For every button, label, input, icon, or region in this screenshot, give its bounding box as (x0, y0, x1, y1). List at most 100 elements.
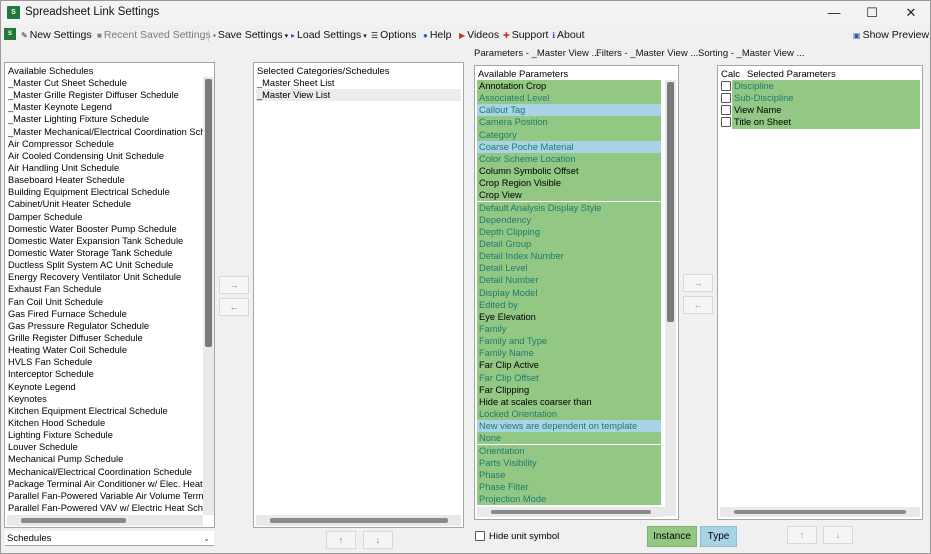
calc-checkbox[interactable] (721, 81, 731, 91)
parameter-item[interactable]: Default Analysis Display Style (477, 201, 661, 214)
list-item[interactable]: Air Handling Unit Schedule (7, 162, 208, 174)
save-settings-button[interactable]: ▪ Save Settings ▾ (213, 28, 288, 42)
show-preview-button[interactable]: ▣ Show Preview (853, 28, 929, 42)
parameter-item[interactable]: Detail Number (477, 274, 661, 287)
list-item[interactable]: Mechanical Pump Schedule (7, 453, 208, 465)
list-item[interactable]: Air Cooled Condensing Unit Schedule (7, 150, 208, 162)
selected-parameters-horizontal-scrollbar[interactable] (720, 507, 920, 517)
list-item[interactable]: Air Compressor Schedule (7, 138, 208, 150)
selected-categories-list[interactable]: Selected Categories/Schedules _Master Sh… (253, 62, 464, 528)
list-item[interactable]: Lighting Fixture Schedule (7, 429, 208, 441)
hide-unit-symbol-checkbox[interactable] (475, 531, 485, 541)
options-button[interactable]: ☰ Options (371, 28, 416, 42)
minimize-button[interactable]: — (819, 4, 849, 22)
calc-checkbox[interactable] (721, 117, 731, 128)
list-item[interactable]: Grille Register Diffuser Schedule (7, 332, 208, 344)
schedule-type-dropdown[interactable]: Schedules ⌄ (5, 531, 214, 546)
help-button[interactable]: ● Help (423, 28, 451, 42)
parameter-item[interactable]: Hide at scales coarser than (477, 395, 661, 409)
parameter-item[interactable]: Dependency (477, 213, 661, 226)
scrollbar-thumb[interactable] (667, 82, 674, 322)
parameter-item[interactable]: New views are dependent on template (477, 420, 661, 433)
parameter-item[interactable]: Detail Level (477, 262, 661, 275)
new-settings-button[interactable]: ✎ New Settings (21, 28, 92, 42)
list-item[interactable]: Baseboard Heater Schedule (7, 174, 208, 186)
calc-checkbox[interactable] (721, 105, 731, 116)
parameter-item[interactable]: Edited by (477, 298, 661, 311)
scrollbar-thumb[interactable] (205, 79, 212, 347)
add-parameter-button[interactable]: → (683, 274, 713, 292)
filters-header[interactable]: Filters - _Master View ... (596, 48, 698, 59)
parameter-item[interactable]: Crop View (477, 189, 661, 202)
move-parameter-down-button[interactable]: ↓ (823, 526, 853, 544)
selected-parameter-item[interactable]: View Name (732, 104, 920, 117)
list-item[interactable]: _Master Grille Register Diffuser Schedul… (7, 89, 208, 101)
list-item[interactable]: _Master View List (256, 89, 461, 102)
selected-parameter-item[interactable]: Title on Sheet (732, 116, 920, 129)
parameter-item[interactable]: Eye Elevation (477, 310, 661, 323)
parameter-item[interactable]: Callout Tag (477, 104, 661, 117)
list-item[interactable]: Keynotes (7, 393, 208, 405)
parameters-horizontal-scrollbar[interactable] (477, 507, 665, 517)
list-item[interactable]: Exhaust Fan Schedule (7, 283, 208, 295)
parameter-item[interactable]: Display Model (477, 286, 661, 299)
move-category-up-button[interactable]: ↑ (326, 531, 356, 549)
list-item[interactable]: Heating Water Coil Schedule (7, 344, 208, 356)
list-item[interactable]: Gas Pressure Regulator Schedule (7, 320, 208, 332)
parameter-item[interactable]: Annotation Crop (477, 80, 661, 93)
sorting-header[interactable]: Sorting - _Master View ... (698, 48, 804, 59)
remove-parameter-button[interactable]: ← (683, 296, 713, 314)
maximize-button[interactable]: ☐ (857, 4, 887, 22)
parameter-item[interactable]: None (477, 432, 661, 445)
parameter-item[interactable]: Camera Position (477, 116, 661, 129)
parameters-header[interactable]: Parameters - _Master View ... (474, 48, 599, 59)
selected-parameter-item[interactable]: Discipline (732, 80, 920, 93)
list-item[interactable]: Interceptor Schedule (7, 368, 208, 380)
list-item[interactable]: Keynote Legend (7, 381, 208, 393)
list-item[interactable]: Damper Schedule (7, 211, 208, 223)
scrollbar-thumb[interactable] (734, 510, 906, 514)
list-item[interactable]: Fan Coil Unit Schedule (7, 296, 208, 308)
type-legend-button[interactable]: Type (700, 526, 737, 547)
parameter-item[interactable]: Phase Filter (477, 480, 661, 494)
parameter-item[interactable]: Far Clipping (477, 383, 661, 396)
parameter-item[interactable]: Orientation (477, 444, 661, 457)
selected-parameters-list[interactable]: Calc Selected Parameters Discipline Sub-D… (717, 65, 923, 520)
list-item[interactable]: Domestic Water Booster Pump Schedule (7, 223, 208, 235)
close-button[interactable]: ✕ (896, 4, 926, 22)
load-settings-button[interactable]: ▸ Load Settings ▾ (291, 28, 367, 42)
list-item[interactable]: Parallel Fan-Powered VAV w/ Electric Hea… (7, 502, 208, 514)
parameter-item[interactable]: Color Scheme Location (477, 152, 661, 166)
parameters-vertical-scrollbar[interactable] (665, 80, 676, 516)
categories-horizontal-scrollbar[interactable] (256, 515, 461, 526)
list-item[interactable]: _Master Mechanical/Electrical Coordinati… (7, 126, 208, 138)
scrollbar-thumb[interactable] (491, 510, 651, 514)
parameter-item[interactable]: Far Clip Active (477, 359, 661, 372)
parameter-item[interactable]: Phase (477, 468, 661, 481)
list-item[interactable]: Building Equipment Electrical Schedule (7, 186, 208, 198)
parameter-item[interactable]: Category (477, 128, 661, 141)
calc-checkbox[interactable] (721, 93, 731, 104)
list-item[interactable]: Energy Recovery Ventilator Unit Schedule (7, 271, 208, 283)
parameter-item[interactable]: Column Symbolic Offset (477, 165, 661, 178)
list-item[interactable]: _Master Sheet List (256, 77, 461, 89)
videos-button[interactable]: ▶ Videos (459, 28, 499, 42)
list-item[interactable]: _Master Keynote Legend (7, 101, 208, 113)
list-item[interactable]: Cabinet/Unit Heater Schedule (7, 198, 208, 210)
list-item[interactable]: Louver Schedule (7, 441, 208, 453)
parameter-item[interactable]: Detail Group (477, 237, 661, 251)
schedules-vertical-scrollbar[interactable] (203, 77, 214, 515)
move-parameter-up-button[interactable]: ↑ (787, 526, 817, 544)
remove-category-button[interactable]: ← (219, 298, 249, 316)
list-item[interactable]: Parallel Fan-Powered Variable Air Volume… (7, 490, 208, 502)
parameter-item[interactable]: Crop Region Visible (477, 177, 661, 190)
schedules-horizontal-scrollbar[interactable] (7, 515, 203, 526)
parameter-item[interactable]: Family Name (477, 347, 661, 360)
recent-saved-settings-button[interactable]: ■ Recent Saved Settings (97, 28, 211, 42)
list-item[interactable]: Package Terminal Air Conditioner w/ Elec… (7, 478, 208, 490)
parameter-item[interactable]: Locked Orientation (477, 408, 661, 421)
available-schedules-list[interactable]: Available Schedules _Master Cut Sheet Sc… (4, 62, 215, 528)
list-item[interactable]: Kitchen Equipment Electrical Schedule (7, 405, 208, 417)
list-item[interactable]: _Master Lighting Fixture Schedule (7, 113, 208, 125)
list-item[interactable]: _Master Cut Sheet Schedule (7, 77, 208, 89)
